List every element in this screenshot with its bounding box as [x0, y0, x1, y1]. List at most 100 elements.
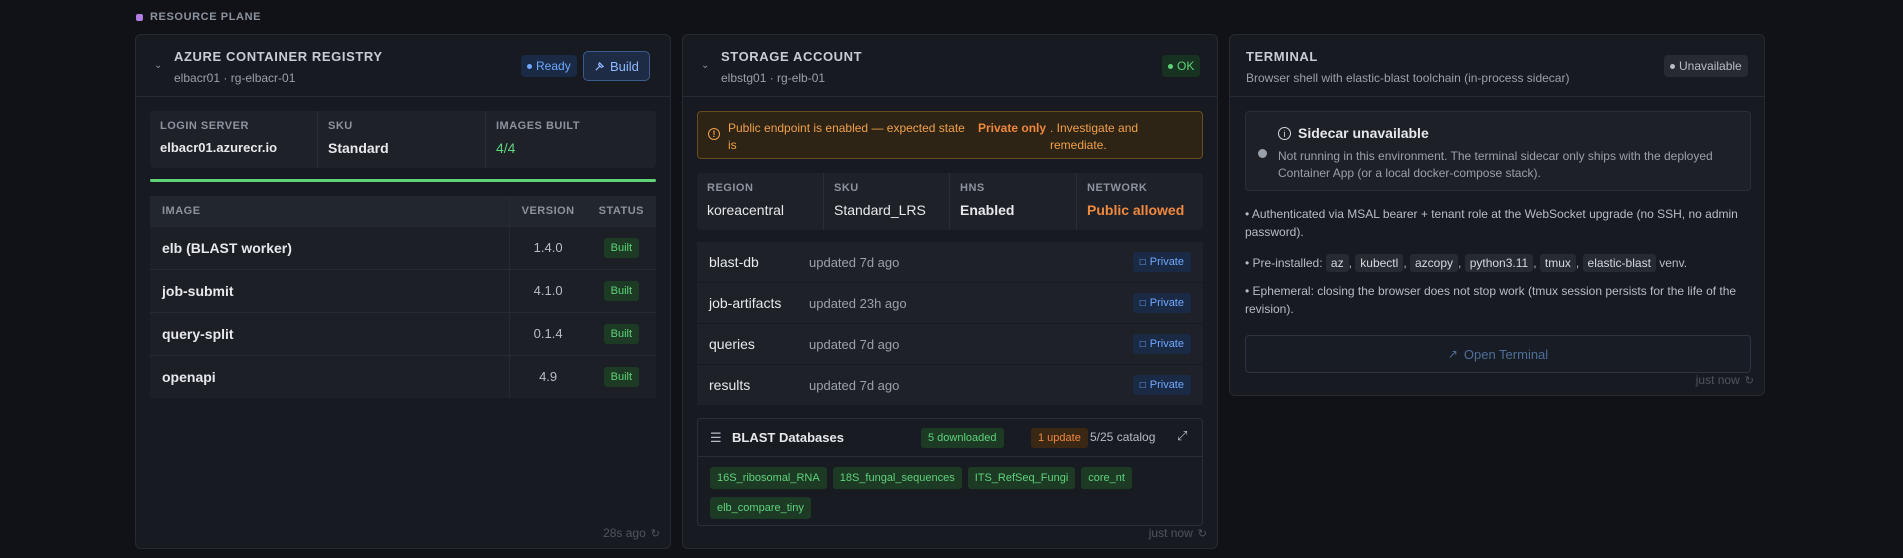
list-item[interactable]: results updated 7d ago □ Private — [697, 365, 1203, 405]
image-status-cell: Built — [586, 354, 656, 398]
stat-hns: HNS Enabled — [950, 173, 1077, 230]
image-version: 4.9 — [508, 354, 587, 398]
list-item[interactable]: blast-db updated 7d ago □ Private — [697, 242, 1203, 282]
image-status-cell: Built — [586, 311, 656, 355]
storage-subtitle: elbstg01 · rg-elb-01 — [721, 71, 826, 85]
database-chip[interactable]: 16S_ribosomal_RNA — [710, 467, 827, 489]
terminal-card: TERMINAL Browser shell with elastic-blas… — [1229, 34, 1765, 396]
container-name: job-artifacts — [709, 295, 782, 311]
sidecar-title: Sidecar unavailable — [1298, 125, 1429, 141]
catalog-count: 5/25 catalog — [1090, 430, 1156, 444]
stat-value: Standard_LRS — [834, 202, 926, 218]
terminal-status-badge: Unavailable — [1664, 55, 1748, 77]
expand-icon[interactable]: ⤢ — [1177, 428, 1187, 444]
database-chip[interactable]: 18S_fungal_sequences — [832, 467, 962, 489]
lock-icon: □ — [1139, 297, 1146, 309]
acr-subtitle: elbacr01 · rg-elbacr-01 — [174, 71, 296, 85]
col-status: STATUS — [586, 196, 656, 226]
container-updated: updated 7d ago — [809, 336, 900, 352]
container-name: blast-db — [709, 254, 759, 270]
acr-stats: LOGIN SERVER elbacr01.azurecr.io SKU Sta… — [150, 111, 656, 168]
database-chip[interactable]: ITS_RefSeq_Fungi — [967, 467, 1076, 489]
storage-card-header[interactable]: ⌄ STORAGE ACCOUNT elbstg01 · rg-elb-01 O… — [683, 35, 1217, 97]
image-version: 4.1.0 — [508, 268, 587, 312]
terminal-footer: just now ↻ — [1696, 373, 1754, 387]
images-table: IMAGE VERSION STATUS elb (BLAST worker) … — [150, 196, 656, 398]
update-badge: 1 update — [1031, 428, 1088, 448]
image-name: openapi — [150, 354, 510, 398]
image-version: 1.4.0 — [508, 225, 587, 269]
table-header-row: IMAGE VERSION STATUS — [150, 196, 656, 226]
database-icon: ☰ — [710, 430, 722, 445]
terminal-updated-time: just now — [1695, 373, 1740, 387]
lock-icon: □ — [1139, 256, 1146, 268]
chevron-down-icon[interactable]: ⌄ — [701, 60, 709, 71]
storage-stats: REGION koreacentral SKU Standard_LRS HNS… — [697, 173, 1203, 230]
refresh-icon[interactable]: ↻ — [651, 527, 660, 540]
list-item[interactable]: queries updated 7d ago □ Private — [697, 324, 1203, 364]
image-name: elb (BLAST worker) — [150, 225, 510, 269]
image-version: 0.1.4 — [508, 311, 587, 355]
container-name: results — [709, 377, 751, 393]
stat-value: Enabled — [960, 202, 1015, 218]
stat-label: REGION — [707, 182, 754, 194]
lock-icon: □ — [1139, 379, 1146, 391]
section-label: RESOURCE PLANE — [136, 11, 261, 23]
acr-card-header[interactable]: ⌄ AZURE CONTAINER REGISTRY elbacr01 · rg… — [136, 35, 670, 97]
terminal-status-text: Unavailable — [1679, 59, 1742, 73]
warning-icon: ! — [708, 128, 720, 140]
database-chip[interactable]: elb_compare_tiny — [710, 497, 811, 519]
storage-status-badge: OK — [1162, 55, 1201, 77]
refresh-icon[interactable]: ↻ — [1198, 527, 1207, 540]
open-terminal-button[interactable]: ↗ Open Terminal — [1245, 335, 1751, 373]
image-name: query-split — [150, 311, 510, 355]
container-updated: updated 23h ago — [809, 295, 907, 311]
refresh-icon[interactable]: ↻ — [1745, 374, 1754, 387]
tool-chip: elastic-blast — [1582, 254, 1656, 272]
status-badge: Built — [603, 280, 640, 301]
preinstalled-note: • Pre-installed: az, kubectl, azcopy, py… — [1245, 254, 1688, 272]
container-updated: updated 7d ago — [809, 377, 900, 393]
status-dot-icon — [1168, 63, 1173, 69]
blast-db-header: ☰ BLAST Databases 5 downloaded 1 update … — [698, 419, 1202, 457]
access-badge: □ Private — [1132, 334, 1191, 354]
status-badge: Built — [603, 366, 640, 387]
stat-label: IMAGES BUILT — [496, 120, 581, 132]
stat-label: NETWORK — [1087, 182, 1148, 194]
stat-label: SKU — [834, 182, 859, 194]
container-updated: updated 7d ago — [809, 254, 900, 270]
section-dot-icon — [136, 13, 143, 21]
list-item[interactable]: job-artifacts updated 23h ago □ Private — [697, 283, 1203, 323]
warning-text: Public endpoint is enabled — expected st… — [728, 121, 965, 152]
storage-updated-time: just now — [1148, 526, 1193, 540]
acr-status-text: Ready — [536, 59, 571, 73]
image-status-cell: Built — [586, 225, 656, 269]
status-badge: Built — [603, 237, 640, 258]
tool-chip: tmux — [1539, 254, 1576, 272]
database-chips: 16S_ribosomal_RNA 18S_fungal_sequences ITS… — [710, 467, 1190, 527]
table-row: elb (BLAST worker) 1.4.0 Built — [150, 225, 656, 269]
info-icon: i — [1278, 127, 1291, 140]
stat-label: SKU — [328, 120, 353, 132]
access-label: Private — [1149, 297, 1184, 309]
tool-chip: python3.11 — [1464, 254, 1534, 272]
database-chip[interactable]: core_nt — [1081, 467, 1132, 489]
stat-sku: SKU Standard — [318, 111, 486, 168]
build-label: Build — [610, 58, 639, 74]
sidecar-unavailable-panel: i Sidecar unavailable Not running in thi… — [1245, 111, 1751, 191]
access-badge: □ Private — [1132, 293, 1191, 313]
image-status-cell: Built — [586, 268, 656, 312]
external-link-icon: ↗ — [1447, 347, 1458, 361]
chevron-down-icon[interactable]: ⌄ — [154, 60, 162, 71]
warning-strong: Private only — [978, 121, 1047, 135]
stat-label: LOGIN SERVER — [160, 120, 249, 132]
open-terminal-label: Open Terminal — [1463, 346, 1549, 362]
access-badge: □ Private — [1132, 252, 1191, 272]
stat-value: Public allowed — [1087, 202, 1185, 218]
blast-db-title: BLAST Databases — [732, 430, 844, 445]
status-dot-icon — [1670, 63, 1675, 69]
tool-chip: az — [1325, 254, 1349, 272]
sidecar-text: Not running in this environment. The ter… — [1278, 149, 1713, 180]
build-button[interactable]: Build — [583, 51, 650, 81]
container-name: queries — [709, 336, 755, 352]
